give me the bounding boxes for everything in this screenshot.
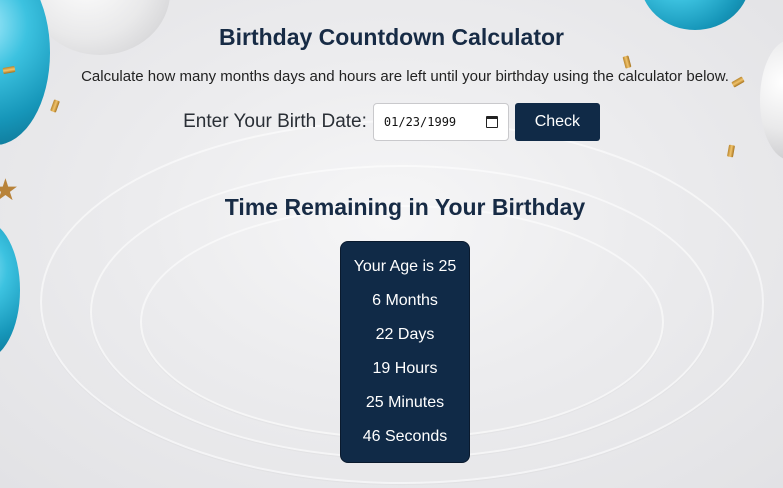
birthdate-value: 01/23/1999 [383, 115, 457, 129]
confetti-piece [727, 144, 735, 158]
minutes-remaining: 25 Minutes [365, 394, 445, 411]
balloon-white-right [760, 40, 783, 160]
birthdate-form: Enter Your Birth Date: 01/23/1999 Check [0, 103, 783, 141]
page-title: Birthday Countdown Calculator [219, 24, 564, 50]
countdown-result-box: Your Age is 25 6 Months 22 Days 19 Hours… [340, 241, 470, 463]
results-title: Time Remaining in Your Birthday [224, 194, 586, 220]
age-text: Your Age is 25 [353, 258, 457, 275]
calendar-icon[interactable] [485, 116, 498, 128]
check-button[interactable]: Check [514, 103, 600, 141]
balloon-blue-left [0, 220, 20, 360]
months-remaining: 6 Months [372, 292, 438, 309]
confetti-piece [622, 55, 632, 69]
seconds-remaining: 46 Seconds [362, 428, 448, 445]
birthdate-label: Enter Your Birth Date: [183, 111, 367, 132]
hours-remaining: 19 Hours [372, 360, 438, 377]
birthdate-input[interactable]: 01/23/1999 [372, 103, 509, 141]
days-remaining: 22 Days [375, 326, 435, 343]
page-subtitle: Calculate how many months days and hours… [81, 68, 729, 85]
